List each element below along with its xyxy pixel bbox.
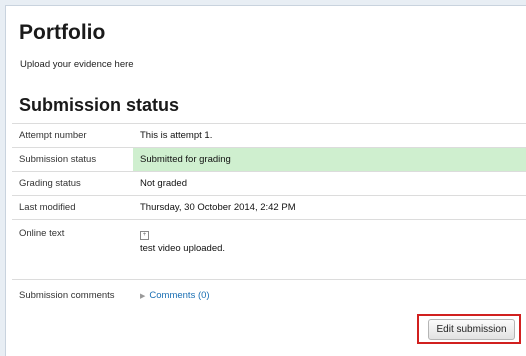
submission-status-label: Submission status [12,147,133,172]
table-row: Online text + test video uploaded. [12,219,526,280]
last-modified-value: Thursday, 30 October 2014, 2:42 PM [133,195,526,220]
online-text-label: Online text [12,219,133,280]
table-row: Submission comments ▶ Comments (0) [12,279,526,310]
online-text-value: + test video uploaded. [133,219,526,280]
table-row: Submission status Submitted for grading [12,147,526,172]
triangle-right-icon[interactable]: ▶ [140,293,145,300]
attempt-number-label: Attempt number [12,123,133,148]
table-row: Last modified Thursday, 30 October 2014,… [12,195,526,220]
attempt-number-value: This is attempt 1. [133,123,526,148]
submission-comments-value: ▶ Comments (0) [133,279,526,310]
section-title: Submission status [19,95,180,115]
submission-comments-label: Submission comments [12,279,133,310]
table-row: Grading status Not graded [12,171,526,196]
grading-status-value: Not graded [133,171,526,196]
submission-status-value: Submitted for grading [133,147,526,172]
comments-link[interactable]: Comments (0) [149,290,209,301]
intro-text: Upload your evidence here [20,59,134,70]
page-title: Portfolio [19,21,106,44]
expand-icon[interactable]: + [140,231,149,240]
edit-submission-button[interactable]: Edit submission [428,319,515,340]
grading-status-label: Grading status [12,171,133,196]
table-row: Attempt number This is attempt 1. [12,123,526,148]
submission-status-table: Attempt number This is attempt 1. Submis… [12,123,526,310]
last-modified-label: Last modified [12,195,133,220]
online-text-content: test video uploaded. [140,243,226,254]
